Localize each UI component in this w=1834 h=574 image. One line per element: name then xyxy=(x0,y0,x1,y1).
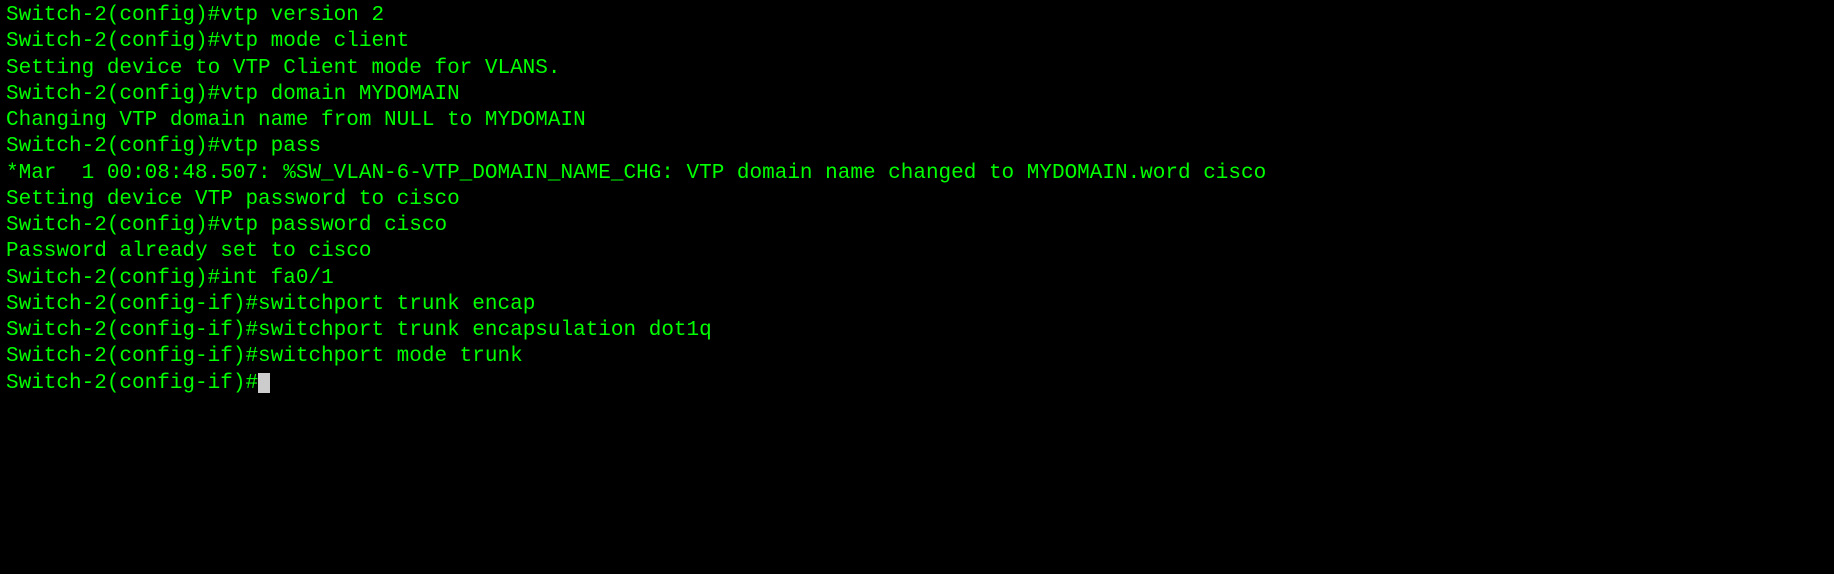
terminal-line: Switch-2(config)#vtp version 2 xyxy=(6,3,1828,29)
terminal-command: vtp pass xyxy=(220,135,321,158)
terminal-line: Switch-2(config-if)# xyxy=(6,371,1828,397)
terminal-command: switchport trunk encapsulation dot1q xyxy=(258,319,712,342)
terminal-prompt: Switch-2(config)# xyxy=(6,83,220,106)
terminal-line: Switch-2(config)#vtp domain MYDOMAIN xyxy=(6,82,1828,108)
terminal-line: Switch-2(config-if)#switchport mode trun… xyxy=(6,344,1828,370)
terminal-line: Switch-2(config-if)#switchport trunk enc… xyxy=(6,292,1828,318)
terminal-command: vtp mode client xyxy=(220,30,409,53)
terminal-line: *Mar 1 00:08:48.507: %SW_VLAN-6-VTP_DOMA… xyxy=(6,161,1828,187)
terminal-command: int fa0/1 xyxy=(220,267,333,290)
terminal-line: Password already set to cisco xyxy=(6,239,1828,265)
terminal-prompt: Switch-2(config-if)# xyxy=(6,293,258,316)
terminal-prompt: Switch-2(config-if)# xyxy=(6,372,258,395)
terminal-command: vtp version 2 xyxy=(220,4,384,27)
terminal-line: Switch-2(config)#vtp pass xyxy=(6,134,1828,160)
terminal-command: switchport trunk encap xyxy=(258,293,535,316)
terminal-line: Switch-2(config-if)#switchport trunk enc… xyxy=(6,318,1828,344)
terminal-output: *Mar 1 00:08:48.507: %SW_VLAN-6-VTP_DOMA… xyxy=(6,162,1266,185)
terminal-output: Changing VTP domain name from NULL to MY… xyxy=(6,109,586,132)
terminal-line: Switch-2(config)#int fa0/1 xyxy=(6,266,1828,292)
terminal-line: Switch-2(config)#vtp mode client xyxy=(6,29,1828,55)
terminal-prompt: Switch-2(config)# xyxy=(6,30,220,53)
terminal-prompt: Switch-2(config-if)# xyxy=(6,345,258,368)
cursor-icon xyxy=(258,373,270,393)
terminal-command: vtp password cisco xyxy=(220,214,447,237)
terminal-output: Setting device to VTP Client mode for VL… xyxy=(6,57,561,80)
terminal-prompt: Switch-2(config)# xyxy=(6,214,220,237)
terminal-command: switchport mode trunk xyxy=(258,345,523,368)
terminal-line: Setting device VTP password to cisco xyxy=(6,187,1828,213)
terminal-command: vtp domain MYDOMAIN xyxy=(220,83,459,106)
terminal-line: Changing VTP domain name from NULL to MY… xyxy=(6,108,1828,134)
terminal-prompt: Switch-2(config)# xyxy=(6,135,220,158)
terminal-output: Setting device VTP password to cisco xyxy=(6,188,460,211)
terminal-prompt: Switch-2(config)# xyxy=(6,4,220,27)
terminal-prompt: Switch-2(config-if)# xyxy=(6,319,258,342)
terminal-line: Setting device to VTP Client mode for VL… xyxy=(6,56,1828,82)
terminal-output: Password already set to cisco xyxy=(6,240,371,263)
terminal-prompt: Switch-2(config)# xyxy=(6,267,220,290)
terminal-line: Switch-2(config)#vtp password cisco xyxy=(6,213,1828,239)
terminal-window[interactable]: Switch-2(config)#vtp version 2Switch-2(c… xyxy=(6,3,1828,397)
